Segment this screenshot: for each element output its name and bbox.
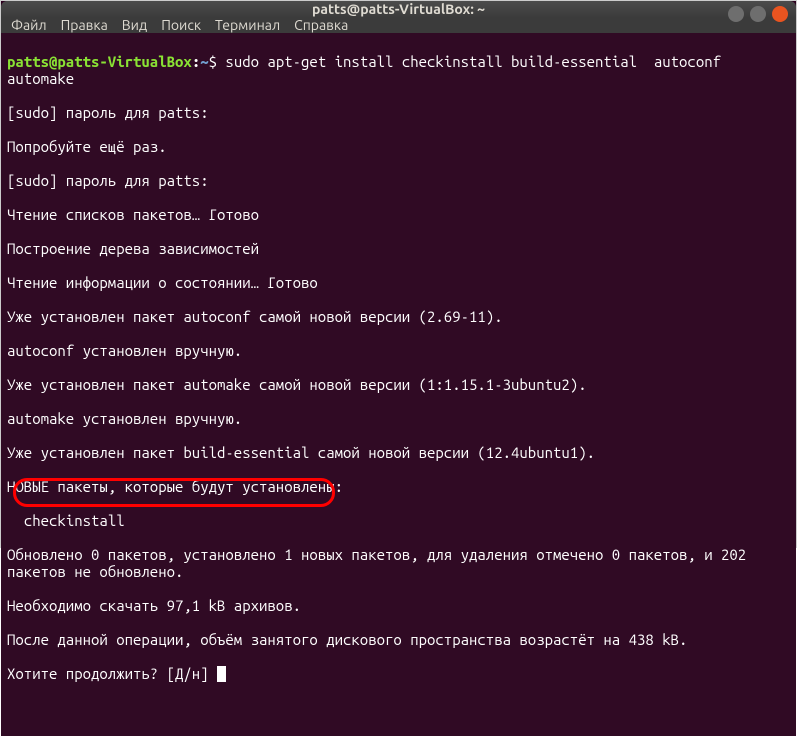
menu-file[interactable]: Файл — [11, 17, 47, 33]
terminal-window: patts@patts-VirtualBox: ~ Файл Правка Ви… — [1, 1, 796, 541]
output-line: Уже установлен пакет autoconf самой ново… — [7, 308, 790, 325]
titlebar: patts@patts-VirtualBox: ~ — [1, 1, 796, 17]
prompt-colon: : — [192, 53, 200, 70]
output-line: [sudo] пароль для patts: — [7, 172, 790, 189]
close-button[interactable] — [772, 6, 788, 22]
terminal-body[interactable]: patts@patts-VirtualBox:~$ sudo apt-get i… — [1, 33, 796, 736]
prompt-userhost: patts@patts-VirtualBox — [7, 53, 192, 70]
menu-search[interactable]: Поиск — [161, 17, 201, 33]
output-line: checkinstall — [7, 512, 790, 529]
output-line: [sudo] пароль для patts: — [7, 104, 790, 121]
output-line: Уже установлен пакет automake самой ново… — [7, 376, 790, 393]
window-title: patts@patts-VirtualBox: ~ — [312, 1, 485, 17]
output-line: Чтение списков пакетов… Готово — [7, 206, 790, 223]
confirm-prompt: Хотите продолжить? [Д/н] — [7, 665, 217, 682]
cursor — [217, 666, 226, 682]
output-line: Построение дерева зависимостей — [7, 240, 790, 257]
output-line: automake установлен вручную. — [7, 410, 790, 427]
menu-terminal[interactable]: Терминал — [215, 17, 280, 33]
menu-edit[interactable]: Правка — [61, 17, 108, 33]
menu-view[interactable]: Вид — [122, 17, 147, 33]
output-line: После данной операции, объём занятого ди… — [7, 631, 790, 648]
output-line: Необходимо скачать 97,1 kB архивов. — [7, 597, 790, 614]
menubar: Файл Правка Вид Поиск Терминал Справка — [1, 17, 796, 33]
output-line: Попробуйте ещё раз. — [7, 138, 790, 155]
window-controls — [728, 6, 788, 22]
output-line: Чтение информации о состоянии… Готово — [7, 274, 790, 291]
output-line: Уже установлен пакет build-essential сам… — [7, 444, 790, 461]
output-line: autoconf установлен вручную. — [7, 342, 790, 359]
minimize-button[interactable] — [728, 6, 744, 22]
maximize-button[interactable] — [750, 6, 766, 22]
menu-help[interactable]: Справка — [294, 17, 348, 33]
output-line: НОВЫЕ пакеты, которые будут установлены: — [7, 478, 790, 495]
prompt-path: ~ — [200, 53, 208, 70]
output-line: Обновлено 0 пакетов, установлено 1 новых… — [7, 546, 790, 580]
prompt-dollar: $ — [209, 53, 217, 70]
